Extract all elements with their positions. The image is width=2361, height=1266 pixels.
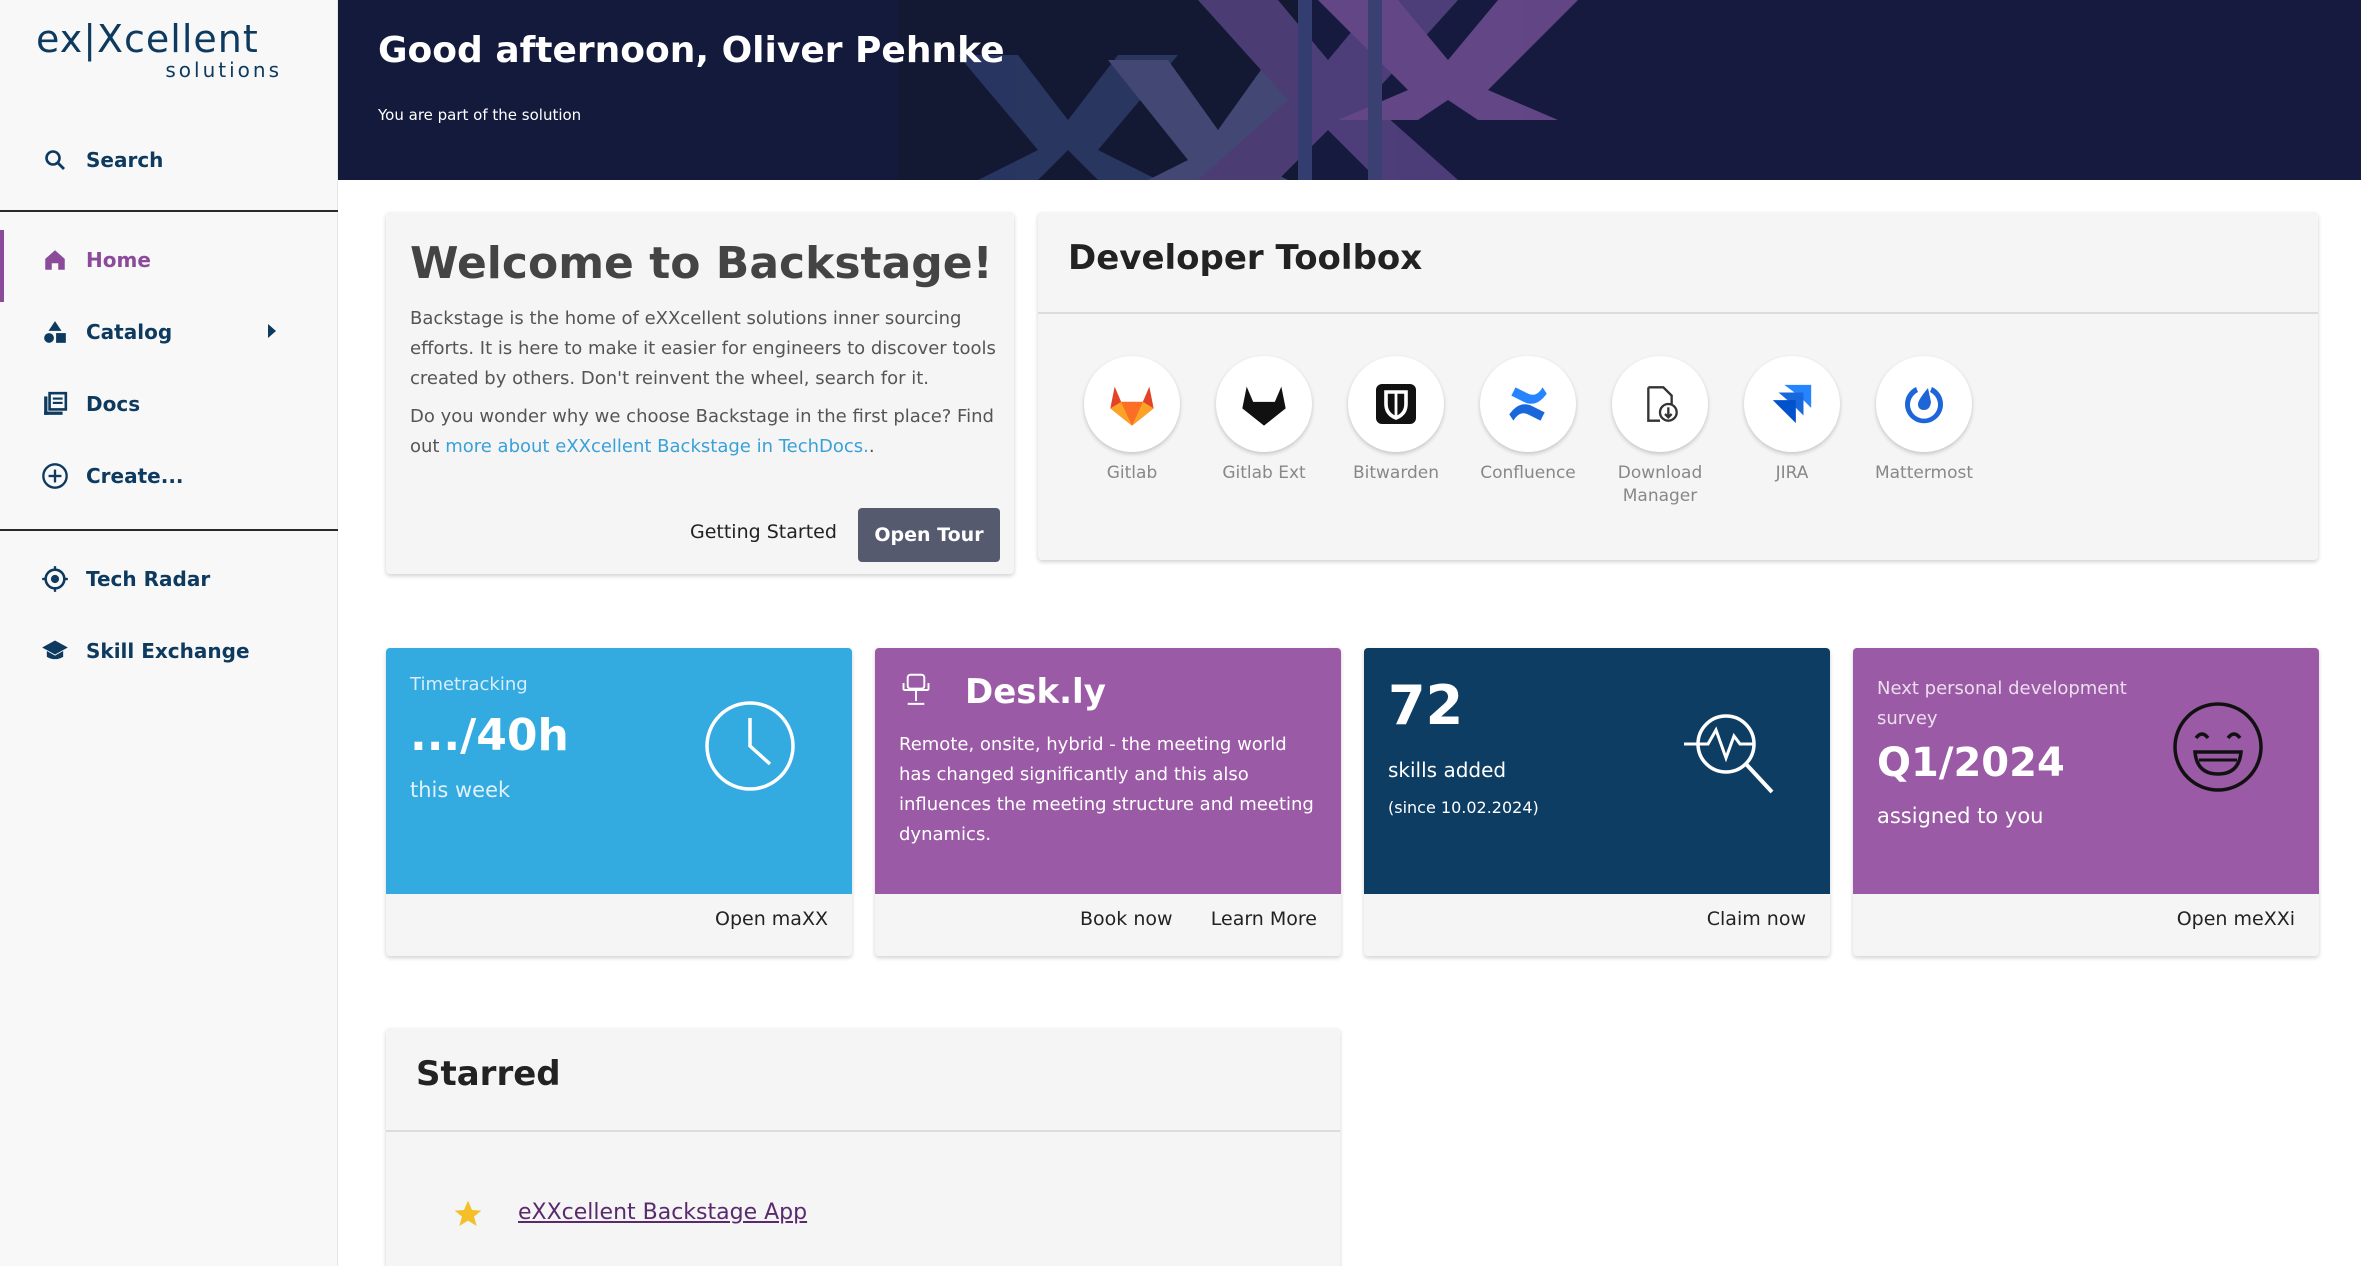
sidebar-item-label: Home xyxy=(86,248,151,272)
open-mexxi-button[interactable]: Open meXXi xyxy=(2177,908,2295,930)
timetracking-value: .../40h xyxy=(410,710,569,761)
sidebar-item-label: Skill Exchange xyxy=(86,639,250,663)
timetracking-label: Timetracking xyxy=(410,674,528,695)
skill-search-icon xyxy=(1684,714,1774,794)
tool-gitlab[interactable]: Gitlab xyxy=(1066,356,1198,485)
starred-title: Starred xyxy=(416,1054,561,1094)
timetracking-tile: Timetracking .../40h this week Open maXX xyxy=(386,648,852,956)
tool-mattermost[interactable]: Mattermost xyxy=(1858,356,1990,485)
deskly-panel: Desk.ly Remote, onsite, hybrid - the mee… xyxy=(875,648,1341,894)
toolbox-title: Developer Toolbox xyxy=(1068,238,1423,278)
claim-now-button[interactable]: Claim now xyxy=(1707,908,1806,930)
survey-caption: assigned to you xyxy=(1877,804,2044,828)
welcome-techdocs-suffix: . xyxy=(868,436,875,457)
sidebar-item-tech-radar[interactable]: Tech Radar xyxy=(0,549,338,609)
docs-icon xyxy=(40,389,70,419)
toolbox-divider xyxy=(1038,312,2318,314)
tool-label: Gitlab Ext xyxy=(1222,463,1306,483)
survey-panel: Next personal development survey Q1/2024… xyxy=(1853,648,2319,894)
sidebar-item-label: Tech Radar xyxy=(86,567,211,591)
getting-started-button[interactable]: Getting Started xyxy=(690,521,837,543)
create-icon xyxy=(40,461,70,491)
tool-label: JIRA xyxy=(1775,463,1809,483)
tool-jira[interactable]: JIRA xyxy=(1726,356,1858,485)
mattermost-icon xyxy=(1876,356,1972,452)
gitlab-icon xyxy=(1084,356,1180,452)
tool-label: Download Manager xyxy=(1617,463,1703,506)
skills-panel: 72 skills added (since 10.02.2024) xyxy=(1364,648,1830,894)
search-icon xyxy=(40,145,70,175)
sidebar-item-docs[interactable]: Docs xyxy=(0,374,338,434)
developer-toolbox-card: Developer Toolbox Gitlab Gitlab Ext Bitw… xyxy=(1038,212,2318,560)
logo[interactable]: ex|Xcellent solutions xyxy=(36,18,306,88)
sidebar-item-search[interactable]: Search xyxy=(0,130,338,190)
sidebar: ex|Xcellent solutions Search Home Catalo… xyxy=(0,0,338,1266)
starred-card: Starred eXXcellent Backstage App xyxy=(386,1028,1340,1266)
starred-divider xyxy=(386,1130,1340,1132)
timetracking-panel: Timetracking .../40h this week xyxy=(386,648,852,894)
desk-chair-icon xyxy=(902,673,930,705)
tool-bitwarden[interactable]: Bitwarden xyxy=(1330,356,1462,485)
skills-tile: 72 skills added (since 10.02.2024) Claim… xyxy=(1364,648,1830,956)
sidebar-item-label: Docs xyxy=(86,392,141,416)
sidebar-item-create[interactable]: Create... xyxy=(0,446,338,506)
book-now-button[interactable]: Book now xyxy=(1080,908,1173,930)
tool-label: Confluence xyxy=(1480,463,1576,483)
open-maxx-button[interactable]: Open maXX xyxy=(715,908,828,930)
survey-label: Next personal development survey xyxy=(1877,678,2127,729)
sidebar-item-skill-exchange[interactable]: Skill Exchange xyxy=(0,621,338,681)
tool-label: Bitwarden xyxy=(1352,463,1440,483)
tool-confluence[interactable]: Confluence xyxy=(1462,356,1594,485)
radar-icon xyxy=(40,564,70,594)
catalog-icon xyxy=(40,317,70,347)
download-icon xyxy=(1612,356,1708,452)
chevron-right-icon xyxy=(268,324,276,338)
timetracking-caption: this week xyxy=(410,778,511,802)
bitwarden-icon xyxy=(1348,356,1444,452)
greeting-title: Good afternoon, Oliver Pehnke xyxy=(378,30,1005,71)
deskly-tile: Desk.ly Remote, onsite, hybrid - the mee… xyxy=(875,648,1341,956)
confluence-icon xyxy=(1480,356,1576,452)
greeting-subtitle: You are part of the solution xyxy=(378,106,582,124)
skills-since: (since 10.02.2024) xyxy=(1388,798,1539,817)
tool-label: Gitlab xyxy=(1106,463,1158,483)
starred-item-link[interactable]: eXXcellent Backstage App xyxy=(518,1200,807,1225)
home-icon xyxy=(40,245,70,275)
welcome-description: Backstage is the home of eXXcellent solu… xyxy=(410,308,996,389)
deskly-text: Remote, onsite, hybrid - the meeting wor… xyxy=(899,734,1314,845)
welcome-title: Welcome to Backstage! xyxy=(410,238,993,289)
tool-label: Mattermost xyxy=(1874,463,1974,483)
sidebar-item-catalog[interactable]: Catalog xyxy=(0,302,338,362)
page-header: Good afternoon, Oliver Pehnke You are pa… xyxy=(338,0,2361,180)
learn-more-button[interactable]: Learn More xyxy=(1211,908,1317,930)
sidebar-divider xyxy=(0,529,338,531)
skills-count: 72 xyxy=(1388,674,1464,737)
logo-sub: solutions xyxy=(165,58,282,82)
welcome-card: Welcome to Backstage! Backstage is the h… xyxy=(386,212,1014,574)
skills-caption: skills added xyxy=(1388,758,1507,782)
sidebar-divider xyxy=(0,210,338,212)
open-tour-button[interactable]: Open Tour xyxy=(858,508,1000,562)
gitlab-ext-icon xyxy=(1216,356,1312,452)
smiley-icon xyxy=(2173,702,2263,792)
tool-download-manager[interactable]: Download Manager xyxy=(1594,356,1726,508)
logo-main: ex|Xcellent xyxy=(36,17,259,61)
jira-icon xyxy=(1744,356,1840,452)
deskly-title: Desk.ly xyxy=(965,672,1106,712)
techdocs-link[interactable]: more about eXXcellent Backstage in TechD… xyxy=(445,436,869,457)
welcome-techdocs-text: Do you wonder why we choose Backstage in… xyxy=(410,402,1000,462)
header-decoration xyxy=(898,0,2361,180)
sidebar-item-label: Catalog xyxy=(86,320,173,344)
clock-icon xyxy=(705,701,795,791)
graduation-cap-icon xyxy=(40,636,70,666)
survey-tile: Next personal development survey Q1/2024… xyxy=(1853,648,2319,956)
survey-value: Q1/2024 xyxy=(1877,740,2065,786)
tool-gitlab-ext[interactable]: Gitlab Ext xyxy=(1198,356,1330,485)
star-icon[interactable] xyxy=(452,1198,484,1230)
sidebar-item-home[interactable]: Home xyxy=(0,230,338,302)
sidebar-item-label: Search xyxy=(86,148,164,172)
sidebar-item-label: Create... xyxy=(86,464,184,488)
